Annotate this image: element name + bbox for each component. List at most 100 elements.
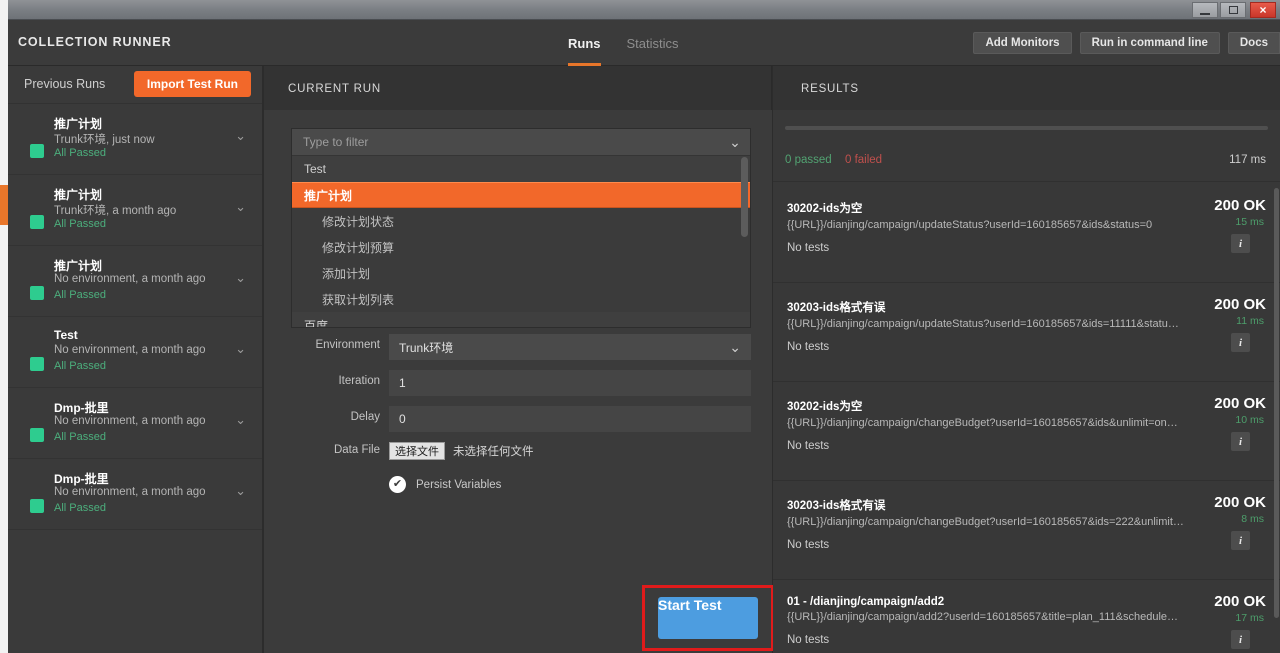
previous-run-item[interactable]: 推广计划 Trunk环境, just now All Passed ⌄ (8, 104, 262, 175)
window-titlebar: × (8, 0, 1280, 20)
check-icon: ✔ (392, 478, 403, 490)
result-time: 8 ms (1241, 513, 1264, 525)
delay-input[interactable] (389, 406, 751, 432)
current-run-panel: CURRENT RUN ⌄ Test推广计划修改计划状态修改计划预算添加计划获取… (264, 66, 774, 653)
result-title: 30203-ids格式有误 (787, 500, 886, 512)
previous-run-name: 推广计划 (54, 259, 103, 273)
results-scrollbar[interactable] (1274, 188, 1279, 618)
chevron-down-icon[interactable]: ⌄ (235, 270, 246, 286)
previous-run-item[interactable]: Test No environment, a month ago All Passe… (8, 317, 262, 388)
result-time: 17 ms (1235, 612, 1264, 624)
header-actions: Add Monitors Run in command line Docs (973, 32, 1280, 54)
iteration-input[interactable] (389, 370, 751, 396)
result-row[interactable]: 01 - /dianjing/campaign/add2 {{URL}}/dian… (773, 580, 1280, 653)
filter-option[interactable]: Test (292, 156, 750, 182)
result-row[interactable]: 30203-ids格式有误 {{URL}}/dianjing/campaign/c… (773, 481, 1280, 580)
filter-option[interactable]: 修改计划预算 (292, 234, 750, 260)
filter-option[interactable]: 获取计划列表 (292, 286, 750, 312)
maximize-icon (1228, 6, 1238, 14)
filter-option[interactable]: 推广计划 (292, 182, 750, 208)
filter-option[interactable]: 修改计划状态 (292, 208, 750, 234)
previous-run-result: All Passed (54, 502, 106, 514)
result-title: 30202-ids为空 (787, 203, 863, 215)
filter-input-row: ⌄ (292, 129, 750, 155)
tab-statistics[interactable]: Statistics (627, 20, 679, 66)
delay-row: Delay (264, 406, 772, 432)
result-title: 01 - /dianjing/campaign/add2 (787, 596, 945, 608)
previous-run-item[interactable]: Dmp-批里 No environment, a month ago All Pas… (8, 388, 262, 459)
chevron-down-icon[interactable]: ⌄ (235, 412, 246, 428)
status-badge (30, 428, 44, 442)
chevron-down-icon[interactable]: ⌄ (235, 199, 246, 215)
result-status: 200 OK (1214, 197, 1266, 214)
close-button[interactable]: × (1250, 2, 1276, 18)
info-button[interactable]: i (1231, 234, 1250, 253)
current-run-header: CURRENT RUN (264, 66, 771, 98)
previous-run-meta: Trunk环境, just now (54, 134, 155, 146)
status-badge (30, 215, 44, 229)
previous-run-meta: No environment, a month ago (54, 486, 206, 498)
previous-run-item[interactable]: Dmp-批里 No environment, a month ago All Pas… (8, 459, 262, 530)
previous-run-item[interactable]: 推广计划 Trunk环境, a month ago All Passed ⌄ (8, 175, 262, 246)
info-button[interactable]: i (1231, 531, 1250, 550)
result-row[interactable]: 30202-ids为空 {{URL}}/dianjing/campaign/cha… (773, 382, 1280, 481)
run-config-form: Environment Trunk环境 ⌄ Iteration Delay Da… (264, 334, 772, 498)
chevron-down-icon[interactable]: ⌄ (235, 341, 246, 357)
start-test-button[interactable]: Start Test (658, 597, 758, 639)
environment-label: Environment (315, 339, 380, 351)
status-badge (30, 357, 44, 371)
tab-runs[interactable]: Runs (568, 20, 601, 66)
info-button[interactable]: i (1231, 333, 1250, 352)
previous-run-name: Dmp-批里 (54, 401, 109, 415)
filter-input[interactable] (303, 129, 720, 155)
info-icon: i (1238, 237, 1243, 250)
result-row[interactable]: 30203-ids格式有误 {{URL}}/dianjing/campaign/u… (773, 283, 1280, 382)
iteration-label: Iteration (338, 375, 380, 387)
result-title: 30203-ids格式有误 (787, 302, 886, 314)
persist-variables-checkbox[interactable]: ✔ (389, 476, 406, 493)
chevron-down-icon: ⌄ (729, 338, 741, 355)
filter-list-scrollbar[interactable] (741, 157, 748, 237)
result-time: 11 ms (1236, 315, 1264, 327)
results-list: 30202-ids为空 {{URL}}/dianjing/campaign/upd… (773, 184, 1280, 653)
choose-file-button[interactable]: 选择文件 (389, 442, 445, 460)
minimize-icon (1200, 12, 1210, 15)
result-status: 200 OK (1214, 395, 1266, 412)
close-icon: × (1259, 3, 1267, 17)
current-run-body: ⌄ Test推广计划修改计划状态修改计划预算添加计划获取计划列表百度 Envir… (264, 110, 774, 653)
environment-value: Trunk环境 (399, 340, 454, 355)
filter-option[interactable]: 添加计划 (292, 260, 750, 286)
result-tests: No tests (787, 634, 830, 646)
chevron-down-icon[interactable]: ⌄ (235, 483, 246, 499)
chevron-down-icon[interactable]: ⌄ (720, 134, 750, 151)
chevron-down-icon[interactable]: ⌄ (235, 128, 246, 144)
status-badge (30, 144, 44, 158)
previous-runs-list: 推广计划 Trunk环境, just now All Passed ⌄ 推广计划 Trun… (8, 104, 262, 530)
page-title: COLLECTION RUNNER (18, 35, 172, 49)
data-file-label: Data File (333, 444, 380, 456)
result-url: {{URL}}/dianjing/campaign/updateStatus?u… (787, 318, 1184, 330)
filter-option[interactable]: 百度 (292, 312, 750, 328)
minimize-button[interactable] (1192, 2, 1218, 18)
environment-select[interactable]: Trunk环境 ⌄ (389, 334, 751, 360)
failed-count: 0 failed (845, 154, 883, 166)
maximize-button[interactable] (1220, 2, 1246, 18)
run-command-line-button[interactable]: Run in command line (1079, 32, 1220, 54)
info-button[interactable]: i (1231, 432, 1250, 451)
results-body: 0 passed 0 failed 117 ms 30202-ids为空 {{UR… (773, 110, 1280, 653)
import-test-run-button[interactable]: Import Test Run (133, 71, 251, 97)
result-tests: No tests (787, 440, 830, 452)
docs-button[interactable]: Docs (1227, 32, 1280, 54)
result-status: 200 OK (1214, 593, 1266, 610)
previous-run-name: 推广计划 (54, 117, 103, 131)
previous-run-meta: Trunk环境, a month ago (54, 205, 177, 217)
tab-bar: Runs Statistics (568, 20, 679, 66)
info-button[interactable]: i (1231, 630, 1250, 649)
previous-run-name: Dmp-批里 (54, 472, 109, 486)
result-tests: No tests (787, 341, 830, 353)
result-status: 200 OK (1214, 494, 1266, 511)
result-row[interactable]: 30202-ids为空 {{URL}}/dianjing/campaign/upd… (773, 184, 1280, 283)
previous-run-item[interactable]: 推广计划 No environment, a month ago All Passe… (8, 246, 262, 317)
total-time: 117 ms (1229, 154, 1266, 166)
add-monitors-button[interactable]: Add Monitors (973, 32, 1072, 54)
